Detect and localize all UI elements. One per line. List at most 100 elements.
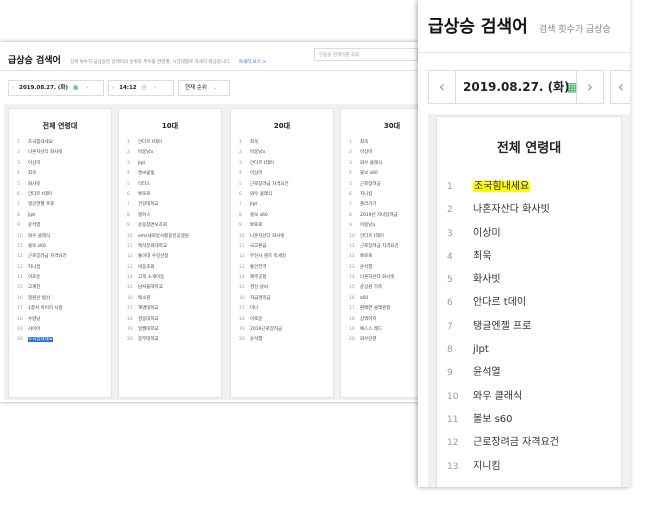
rank-row[interactable]: 8 jlpt [437,338,621,361]
rank-keyword[interactable]: s60 [360,296,368,301]
bg-rank-row[interactable]: 3 와우 클래식 [341,159,420,169]
bg-rank-row[interactable]: 16 저급경리금 [231,294,333,304]
rank-keyword[interactable]: 백석문화대학교 [138,244,167,249]
rank-keyword[interactable]: 탱글엔젤 프로 [473,321,531,332]
rank-row[interactable]: 9 윤석열 [437,361,621,384]
rank-keyword[interactable]: 뽀로로 [250,223,262,228]
bg-rank-row[interactable]: 10 ems새희망사활동빈공생원 [119,232,221,242]
bg-rank-row[interactable]: 12 근로장려금 자격요건 [9,252,111,262]
rank-keyword[interactable]: 최욱 [473,251,491,262]
rank-keyword[interactable]: 백소원 [138,296,150,301]
rank-keyword[interactable]: 조국힘내세요 [28,337,53,343]
rank-keyword[interactable]: 와우인챈 [360,337,377,342]
rank-keyword[interactable]: 비동조회 [138,265,155,270]
bg-rank-row[interactable]: 14 나혼자산다 화사빗 [341,273,420,283]
bg-rank-row[interactable]: 6 뽀로로 [119,190,221,200]
rank-keyword[interactable]: jlpt [138,161,145,166]
rank-row[interactable]: 7 탱글엔젤 프로 [437,315,621,338]
rank-keyword[interactable]: 윤상원 가족 [360,285,382,290]
rank-keyword[interactable]: jlpt [250,202,257,207]
rank-keyword[interactable]: jlpt [28,213,35,218]
bg-rank-row[interactable]: 16 정원산 법산 [9,294,111,304]
rank-keyword[interactable]: 제주공항 [250,275,267,280]
rank-keyword[interactable]: 안다르 t데이 [473,297,526,308]
rank-row[interactable]: 11 볼보 s60 [437,408,621,431]
bg-rank-row[interactable]: 20 중부대학교 [119,335,221,345]
bg-rank-row[interactable]: 9 윤석열 [9,221,111,231]
rank-keyword[interactable]: 국고환급 [250,244,267,249]
bg-rank-row[interactable]: 12 뽀로로 [341,252,420,262]
rank-row[interactable]: 1 조국힘내세요 [437,175,621,198]
rank-keyword[interactable]: 1층서 아이미 사랑 [28,306,63,311]
rank-keyword[interactable]: 통안전역 [250,265,267,270]
rank-keyword[interactable]: 윤석열 [250,337,262,342]
bg-rank-row[interactable]: 3 이상미 [9,159,111,169]
bg-rank-row[interactable]: 13 지니킴 [9,263,111,273]
bg-time-picker[interactable]: ‹ 14:12 ◷ › [108,80,174,96]
rank-keyword[interactable]: 화사빗 [28,182,40,187]
bg-rank-row[interactable]: 9 어몽냥a [341,221,420,231]
bg-rank-row[interactable]: 5 근로장려금 [341,180,420,190]
bg-rank-row[interactable]: 17 미나 [231,304,333,314]
rank-keyword[interactable]: 나혼자산다 화사빗 [360,275,395,280]
bg-rank-row[interactable]: 16 s60 [341,294,420,304]
bg-rank-row[interactable]: 2 나혼자산다 화사빗 [9,148,111,158]
bg-rank-row[interactable]: 7 탱글엔젤 프로 [9,200,111,210]
rank-keyword[interactable]: 어몽냥a [138,150,153,155]
bg-rank-row[interactable]: 2 어몽냥a [119,148,221,158]
bg-rank-row[interactable]: 10 안다르 t데이 [341,232,420,242]
bg-rank-row[interactable]: 3 안다르 t데이 [231,159,333,169]
bg-rank-row[interactable]: 1 조국힘내세요 [9,138,111,148]
bg-rank-row[interactable]: 6 안다르 t데이 [9,190,111,200]
bg-rank-row[interactable]: 7 jlpt [231,200,333,210]
rank-row[interactable]: 4 최욱 [437,245,621,268]
rank-keyword[interactable]: 삼백이지 [360,317,377,322]
rank-keyword[interactable]: 수량남 [28,317,40,322]
bg-rank-row[interactable]: 1 최욱 [341,138,420,148]
bg-rank-row[interactable]: 5 근로장려금 자격요건 [231,180,333,190]
rank-keyword[interactable]: 화사빗 [473,274,501,285]
bg-rank-row[interactable]: 13 윤석열 [341,263,420,273]
rank-keyword[interactable]: 고계진 [28,285,40,290]
chevron-right-icon[interactable]: › [83,85,91,91]
bg-rank-row[interactable]: 4 볼보 s60 [341,169,420,179]
rank-keyword[interactable]: 이상미 [28,161,40,166]
bg-rank-row[interactable]: 8 2019년 자녀장려금 [341,211,420,221]
rank-keyword[interactable]: 와우 클래식 [473,391,522,402]
rank-keyword[interactable]: 탱글엔젤 프로 [28,202,54,207]
bg-rank-row[interactable]: 7 건강대학교 [119,200,221,210]
rank-row[interactable]: 6 안다르 t데이 [437,291,621,314]
bg-rank-row[interactable]: 2 어몽냥a [231,148,333,158]
rank-keyword[interactable]: 일월대학교 [138,327,159,332]
rank-keyword[interactable]: 볼보 s60 [360,171,378,176]
rank-keyword[interactable]: 무신사 랜즈 빅세일 [250,254,286,259]
bg-rank-row[interactable]: 1 안다르 t데이 [119,138,221,148]
bg-rank-row[interactable]: 18 경동대학교 [119,315,221,325]
calendar-icon[interactable]: ▦ [70,85,81,91]
bg-rank-row[interactable]: 12 무신사 랜즈 빅세일 [231,252,333,262]
rank-keyword[interactable]: 와우 클래식 [28,234,50,239]
bg-rank-row[interactable]: 18 삼백이지 [341,315,420,325]
rank-keyword[interactable]: 조국힘내세요 [28,140,53,145]
date-picker[interactable]: ‹ 2019.08.27. (화) ▦ › [428,70,604,104]
rank-keyword[interactable]: 통이대 수강신청 [138,254,168,259]
bg-rank-row[interactable]: 18 이로운 [231,315,333,325]
bg-rank-row[interactable]: 9 운동장면보조회 [119,221,221,231]
rank-row[interactable]: 5 화사빗 [437,268,621,291]
rank-row[interactable]: 3 이상미 [437,222,621,245]
rank-keyword[interactable]: 닥터스 [138,182,150,187]
bg-date-picker[interactable]: ‹ 2019.08.27. (화) ▦ › [8,80,104,96]
rank-keyword[interactable]: jlpt [473,344,489,355]
rank-keyword[interactable]: 와우 클래식 [360,161,382,166]
rank-keyword[interactable]: 엔씨꽃빛 [138,171,155,176]
bg-rank-row[interactable]: 4 엔씨꽃빛 [119,169,221,179]
rank-keyword[interactable]: 정원산 법산 [28,296,50,301]
bg-rank-row[interactable]: 18 수량남 [9,315,111,325]
rank-keyword[interactable]: 예스스 레드 [360,327,382,332]
rank-keyword[interactable]: 이상미 [473,228,501,239]
bg-rank-row[interactable]: 15 윤상원 가족 [341,283,420,293]
rank-keyword[interactable]: 이상미 [360,150,372,155]
bg-rank-row[interactable]: 11 볼보 s60 [9,242,111,252]
bg-rank-row[interactable]: 13 통안전역 [231,263,333,273]
bg-rank-row[interactable]: 16 백소원 [119,294,221,304]
